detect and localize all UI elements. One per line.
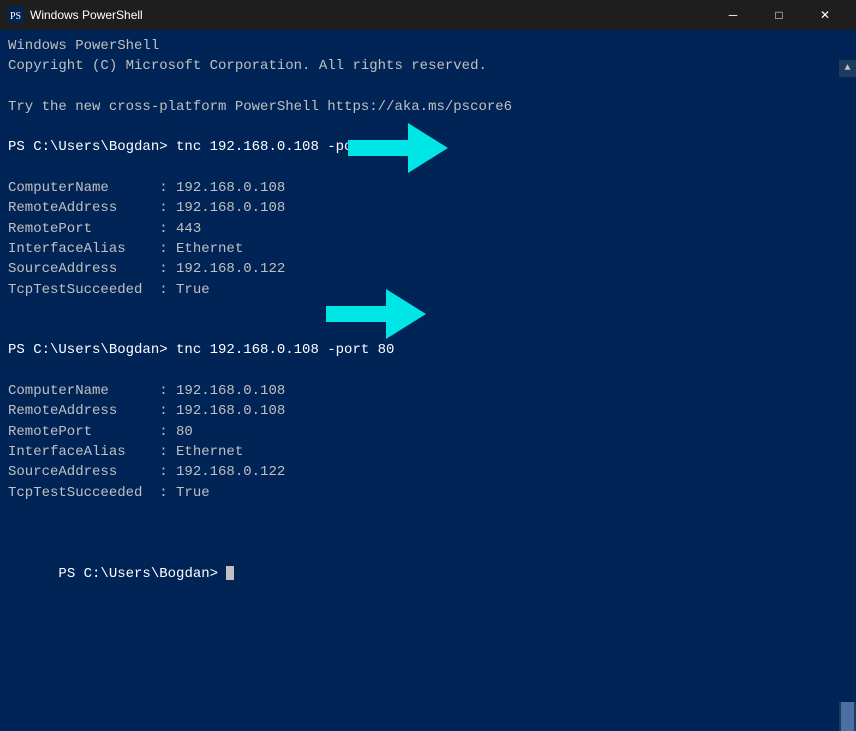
powershell-window: PS Windows PowerShell ─ □ ✕ Windows Powe… (0, 0, 856, 731)
svg-text:PS: PS (10, 11, 21, 22)
output-line-9 (8, 361, 848, 381)
scrollbar[interactable]: ▲ ▼ (839, 60, 856, 731)
result2-line-2: RemoteAddress : 192.168.0.108 (8, 401, 848, 421)
prompt-text: PS C:\Users\Bogdan> (58, 566, 226, 582)
result1-line-3: RemotePort : 443 (8, 219, 848, 239)
output-line-1: Windows PowerShell (8, 36, 848, 56)
powershell-icon: PS (8, 7, 24, 23)
cursor (226, 566, 234, 580)
command-2: PS C:\Users\Bogdan> tnc 192.168.0.108 -p… (8, 340, 848, 360)
result1-line-4: InterfaceAlias : Ethernet (8, 239, 848, 259)
result2-line-5: SourceAddress : 192.168.0.122 (8, 462, 848, 482)
result2-line-4: InterfaceAlias : Ethernet (8, 442, 848, 462)
scroll-up-button[interactable]: ▲ (839, 60, 856, 77)
output-line-7 (8, 300, 848, 320)
arrow-2 (296, 274, 426, 354)
current-prompt: PS C:\Users\Bogdan> (8, 543, 848, 604)
window-title: Windows PowerShell (30, 8, 710, 22)
console-body[interactable]: Windows PowerShell Copyright (C) Microso… (0, 30, 856, 731)
output-line-8 (8, 320, 848, 340)
arrow-1 (318, 108, 448, 188)
result2-line-6: TcpTestSucceeded : True (8, 483, 848, 503)
output-line-10 (8, 503, 848, 523)
close-button[interactable]: ✕ (802, 0, 848, 30)
result1-line-6: TcpTestSucceeded : True (8, 280, 848, 300)
maximize-button[interactable]: □ (756, 0, 802, 30)
output-line-11 (8, 523, 848, 543)
scroll-thumb[interactable] (841, 702, 854, 731)
output-line-3 (8, 77, 848, 97)
result2-line-1: ComputerName : 192.168.0.108 (8, 381, 848, 401)
output-line-2: Copyright (C) Microsoft Corporation. All… (8, 56, 848, 76)
minimize-button[interactable]: ─ (710, 0, 756, 30)
window-controls: ─ □ ✕ (710, 0, 848, 30)
result1-line-5: SourceAddress : 192.168.0.122 (8, 259, 848, 279)
result1-line-2: RemoteAddress : 192.168.0.108 (8, 198, 848, 218)
result2-line-3: RemotePort : 80 (8, 422, 848, 442)
title-bar: PS Windows PowerShell ─ □ ✕ (0, 0, 856, 30)
